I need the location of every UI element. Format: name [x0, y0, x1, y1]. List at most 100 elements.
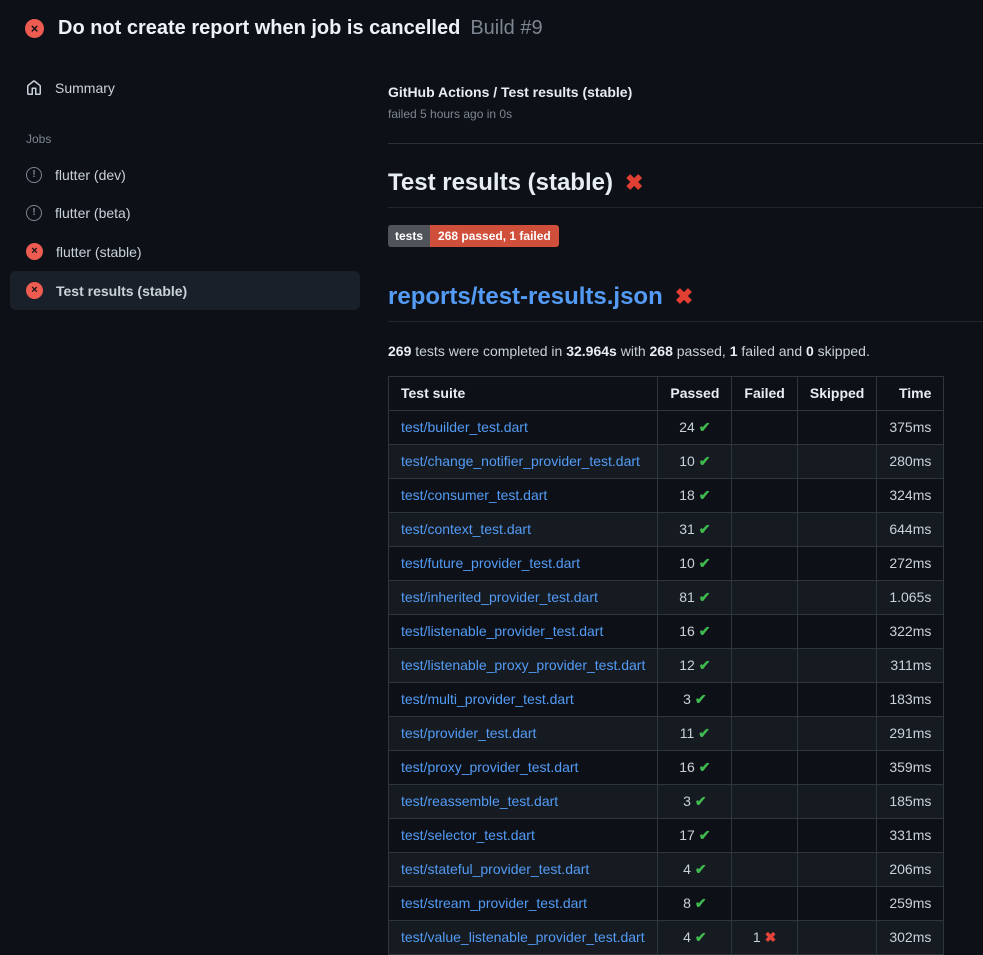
- passed-cell: 16✔: [658, 751, 732, 785]
- passed-count: 11: [680, 725, 695, 741]
- passed-cell: 10✔: [658, 547, 732, 581]
- sidebar-item-summary[interactable]: Summary: [10, 72, 360, 104]
- table-row: test/listenable_provider_test.dart16✔322…: [389, 615, 944, 649]
- check-icon: ✔: [695, 861, 707, 877]
- skipped-count: 0: [806, 343, 814, 359]
- table-row: test/multi_provider_test.dart3✔183ms: [389, 683, 944, 717]
- failed-x-circle-icon: ×: [26, 243, 43, 260]
- skipped-cell: [797, 921, 876, 955]
- test-suite-link[interactable]: test/consumer_test.dart: [401, 487, 547, 503]
- run-meta: failed 5 hours ago in 0s: [388, 107, 983, 121]
- time-cell: 331ms: [877, 819, 944, 853]
- suite-cell: test/inherited_provider_test.dart: [389, 581, 658, 615]
- failed-count: 1: [753, 929, 761, 945]
- summary-line: 269 tests were completed in 32.964s with…: [388, 343, 983, 359]
- sidebar-item-flutter-beta[interactable]: ! flutter (beta): [10, 194, 360, 232]
- sidebar-item-test-results-stable[interactable]: × Test results (stable): [10, 271, 360, 310]
- check-icon: ✔: [699, 657, 711, 673]
- skipped-cell: [797, 751, 876, 785]
- check-icon: ✔: [699, 453, 711, 469]
- table-row: test/listenable_proxy_provider_test.dart…: [389, 649, 944, 683]
- check-icon: ✔: [699, 419, 711, 435]
- suite-cell: test/future_provider_test.dart: [389, 547, 658, 581]
- failed-x-mark-icon: ✖: [675, 286, 693, 308]
- skipped-cell: [797, 581, 876, 615]
- test-suite-link[interactable]: test/selector_test.dart: [401, 827, 535, 843]
- table-row: test/builder_test.dart24✔375ms: [389, 411, 944, 445]
- table-row: test/selector_test.dart 17✔ 331ms: [389, 819, 944, 853]
- skipped-cell: [797, 445, 876, 479]
- main-content: GitHub Actions / Test results (stable) f…: [370, 54, 983, 955]
- passed-count: 10: [679, 453, 695, 469]
- total-time: 32.964s: [566, 343, 617, 359]
- failed-cell: [732, 581, 797, 615]
- job-label: flutter (stable): [56, 244, 142, 260]
- passed-count: 3: [683, 691, 691, 707]
- time-cell: 302ms: [877, 921, 944, 955]
- test-suite-link[interactable]: test/listenable_provider_test.dart: [401, 623, 603, 639]
- test-suite-link[interactable]: test/provider_test.dart: [401, 725, 536, 741]
- suite-cell: test/reassemble_test.dart: [389, 785, 658, 819]
- run-header: × Do not create report when job is cance…: [0, 0, 983, 54]
- test-suite-link[interactable]: test/inherited_provider_test.dart: [401, 589, 598, 605]
- failed-cell: [732, 649, 797, 683]
- test-suite-link[interactable]: test/context_test.dart: [401, 521, 531, 537]
- time-cell: 272ms: [877, 547, 944, 581]
- report-file-link[interactable]: reports/test-results.json: [388, 283, 663, 311]
- failed-cell: [732, 411, 797, 445]
- suite-cell: test/builder_test.dart: [389, 411, 658, 445]
- suite-cell: test/change_notifier_provider_test.dart: [389, 445, 658, 479]
- test-suite-link[interactable]: test/future_provider_test.dart: [401, 555, 580, 571]
- test-suite-link[interactable]: test/stateful_provider_test.dart: [401, 861, 589, 877]
- job-label: flutter (dev): [55, 167, 126, 183]
- passed-count: 17: [679, 827, 695, 843]
- sidebar-summary-label: Summary: [55, 80, 115, 96]
- check-icon: ✔: [699, 555, 711, 571]
- sidebar-item-flutter-dev[interactable]: ! flutter (dev): [10, 156, 360, 194]
- suite-cell: test/multi_provider_test.dart: [389, 683, 658, 717]
- test-suite-link[interactable]: test/reassemble_test.dart: [401, 793, 558, 809]
- table-header-row: Test suite Passed Failed Skipped Time: [389, 377, 944, 411]
- test-suite-link[interactable]: test/proxy_provider_test.dart: [401, 759, 578, 775]
- failed-cell: [732, 479, 797, 513]
- test-suite-link[interactable]: test/stream_provider_test.dart: [401, 895, 587, 911]
- job-label: flutter (beta): [55, 205, 130, 221]
- skipped-cell: [797, 649, 876, 683]
- passed-count: 10: [679, 555, 695, 571]
- passed-cell: 17✔: [658, 819, 732, 853]
- jobs-section-label: Jobs: [26, 132, 360, 146]
- x-icon: ✖: [765, 929, 777, 945]
- badge-key: tests: [388, 225, 430, 247]
- test-suite-link[interactable]: test/listenable_proxy_provider_test.dart: [401, 657, 645, 673]
- summary-text: failed and: [738, 343, 807, 359]
- test-suite-link[interactable]: test/change_notifier_provider_test.dart: [401, 453, 640, 469]
- time-cell: 322ms: [877, 615, 944, 649]
- suite-cell: test/listenable_proxy_provider_test.dart: [389, 649, 658, 683]
- passed-count: 12: [679, 657, 695, 673]
- passed-cell: 8✔: [658, 887, 732, 921]
- table-row: test/future_provider_test.dart 10✔ 272ms: [389, 547, 944, 581]
- passed-cell: 4✔: [658, 853, 732, 887]
- summary-text: skipped.: [814, 343, 870, 359]
- sidebar-item-flutter-stable[interactable]: × flutter (stable): [10, 232, 360, 271]
- passed-cell: 3✔: [658, 683, 732, 717]
- report-title: reports/test-results.json ✖: [388, 283, 983, 322]
- passed-cell: 12✔: [658, 649, 732, 683]
- test-suite-link[interactable]: test/builder_test.dart: [401, 419, 528, 435]
- check-icon: ✔: [699, 487, 711, 503]
- table-row: test/provider_test.dart11✔291ms: [389, 717, 944, 751]
- time-cell: 324ms: [877, 479, 944, 513]
- test-suite-link[interactable]: test/value_listenable_provider_test.dart: [401, 929, 645, 945]
- skipped-cell: [797, 819, 876, 853]
- passed-count: 4: [683, 929, 691, 945]
- sidebar: Summary Jobs ! flutter (dev) ! flutter (…: [0, 54, 370, 310]
- check-icon: ✔: [699, 521, 711, 537]
- check-icon: ✔: [698, 725, 710, 741]
- suite-cell: test/listenable_provider_test.dart: [389, 615, 658, 649]
- column-header-skipped: Skipped: [797, 377, 876, 411]
- test-suite-link[interactable]: test/multi_provider_test.dart: [401, 691, 574, 707]
- skipped-cell: [797, 411, 876, 445]
- skipped-cell: [797, 853, 876, 887]
- skipped-cell: [797, 785, 876, 819]
- time-cell: 206ms: [877, 853, 944, 887]
